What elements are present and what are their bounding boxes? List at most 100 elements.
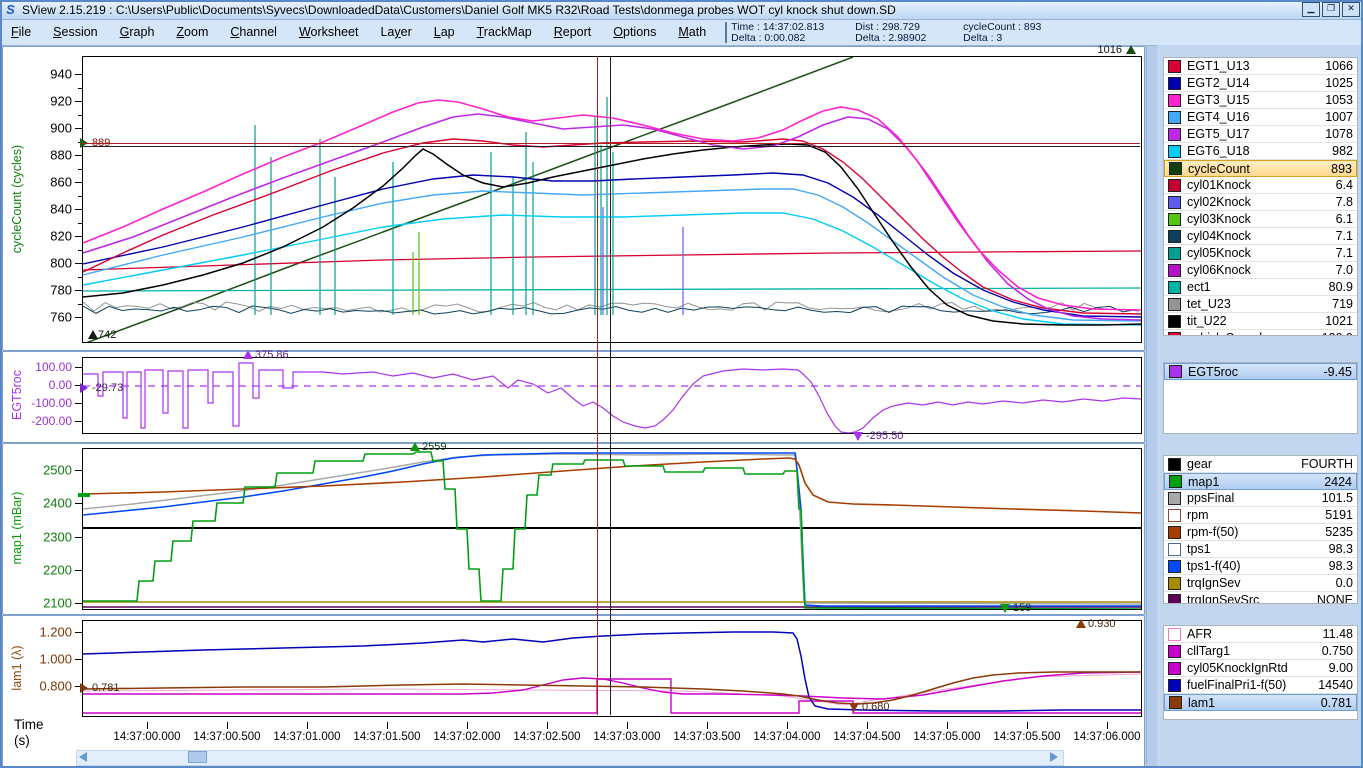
cursor-line-primary[interactable] — [597, 56, 598, 715]
channel-row-rpm[interactable]: rpm5191 — [1164, 507, 1357, 524]
close-button[interactable]: ✕ — [1342, 2, 1360, 17]
channel-color-swatch — [1168, 60, 1181, 73]
channel-row-EGT4_U16[interactable]: EGT4_U161007 — [1164, 109, 1357, 126]
channel-name: tet_U23 — [1187, 297, 1332, 311]
channel-row-ect1[interactable]: ect180.9 — [1164, 279, 1357, 296]
plot-lam1[interactable] — [82, 620, 1142, 717]
menu-item-lap[interactable]: Lap — [423, 20, 466, 45]
channel-row-fuelFinalPri1-f(50)[interactable]: fuelFinalPri1-f(50)14540 — [1164, 677, 1357, 694]
y-tick-mark — [75, 537, 82, 538]
channel-row-cyl05Knock[interactable]: cyl05Knock7.1 — [1164, 245, 1357, 262]
plot-EGT5roc[interactable] — [82, 357, 1142, 434]
channel-row-cyl05KnockIgnRtd[interactable]: cyl05KnockIgnRtd9.00 — [1164, 660, 1357, 677]
series-EGT6_U18 — [83, 213, 1141, 325]
channel-name: trqIgnSevSrc — [1187, 593, 1317, 604]
annotation-lam1: 0.680 — [862, 701, 890, 713]
channel-row-EGT2_U14[interactable]: EGT2_U141025 — [1164, 75, 1357, 92]
channel-color-swatch — [1168, 492, 1181, 505]
channel-row-gear[interactable]: gearFOURTH — [1164, 456, 1357, 473]
channel-row-cycleCount[interactable]: cycleCount893 — [1164, 160, 1357, 177]
channel-row-EGT5_U17[interactable]: EGT5_U171078 — [1164, 126, 1357, 143]
channel-row-cyl01Knock[interactable]: cyl01Knock6.4 — [1164, 177, 1357, 194]
channel-row-EGT3_U15[interactable]: EGT3_U151053 — [1164, 92, 1357, 109]
channel-row-cyl06Knock[interactable]: cyl06Knock7.0 — [1164, 262, 1357, 279]
cursor-value-EGT5roc: -29.73 — [92, 382, 123, 394]
channel-row-EGT1_U13[interactable]: EGT1_U131066 — [1164, 58, 1357, 75]
scrollbar-left-arrow[interactable] — [79, 752, 87, 762]
channel-name: EGT3_U15 — [1187, 93, 1325, 107]
channel-row-AFR[interactable]: AFR11.48 — [1164, 626, 1357, 643]
channel-row-EGT5roc[interactable]: EGT5roc-9.45 — [1164, 363, 1357, 380]
cursor-value-arrow-EGT5roc — [80, 383, 88, 393]
channel-value: 98.3 — [1329, 559, 1353, 573]
time-tick-mark — [307, 722, 308, 729]
time-tick-mark — [227, 722, 228, 729]
channel-row-lam1[interactable]: lam10.781 — [1164, 694, 1357, 711]
y-tick-mark — [75, 290, 82, 291]
scrollbar-thumb[interactable] — [188, 751, 207, 763]
y-axis-title-map1: map1 (mBar) — [10, 492, 24, 565]
plot-cycleCount[interactable] — [82, 56, 1142, 343]
channel-row-tit_U22[interactable]: tit_U221021 — [1164, 313, 1357, 330]
channel-row-cllTarg1[interactable]: cllTarg10.750 — [1164, 643, 1357, 660]
y-tick-label: 760 — [50, 310, 72, 325]
time-axis-label-line2: (s) — [14, 733, 44, 749]
menu-item-math[interactable]: Math — [667, 20, 717, 45]
channel-name: gear — [1187, 457, 1301, 471]
channel-row-EGT6_U18[interactable]: EGT6_U18982 — [1164, 143, 1357, 160]
cursor-line-delta[interactable] — [610, 56, 611, 715]
max-marker-cycleCount — [88, 330, 98, 339]
channel-row-trqIgnSev[interactable]: trqIgnSev0.0 — [1164, 575, 1357, 592]
channel-color-swatch — [1168, 77, 1181, 90]
channel-value: 11.48 — [1323, 627, 1353, 641]
y-axis-title-lam1: lam1 (λ) — [10, 645, 24, 690]
channel-row-ppsFinal[interactable]: ppsFinal101.5 — [1164, 490, 1357, 507]
channel-row-rpm-f(50)[interactable]: rpm-f(50)5235 — [1164, 524, 1357, 541]
scrollbar-right-arrow[interactable] — [1050, 752, 1058, 762]
series-tps1-f(40) — [83, 453, 1141, 606]
channel-row-tps1[interactable]: tps198.3 — [1164, 541, 1357, 558]
channel-color-swatch — [1168, 577, 1181, 590]
menu-item-zoom[interactable]: Zoom — [165, 20, 219, 45]
series-fuelFinalPri1-f(50) — [83, 632, 1141, 711]
menu-item-session[interactable]: Session — [42, 20, 108, 45]
channel-row-cyl02Knock[interactable]: cyl02Knock7.8 — [1164, 194, 1357, 211]
channel-name: cyl05KnockIgnRtd — [1187, 661, 1329, 675]
channel-row-tps1-f(40)[interactable]: tps1-f(40)98.3 — [1164, 558, 1357, 575]
menu-item-graph[interactable]: Graph — [109, 20, 166, 45]
menu-item-layer[interactable]: Layer — [369, 20, 422, 45]
plot-map1[interactable] — [82, 448, 1142, 610]
menu-item-options[interactable]: Options — [602, 20, 667, 45]
channel-color-swatch — [1168, 264, 1181, 277]
menu-item-trackmap[interactable]: TrackMap — [466, 20, 543, 45]
menu-bar: FileSessionGraphZoomChannelWorksheetLaye… — [0, 20, 1363, 46]
menu-item-channel[interactable]: Channel — [219, 20, 288, 45]
time-scrollbar[interactable] — [76, 750, 1064, 766]
y-tick-label: 2200 — [43, 563, 72, 578]
channel-color-swatch — [1168, 543, 1181, 556]
channel-color-swatch — [1168, 247, 1181, 260]
channel-row-vehicleSpeed[interactable]: vehicleSpeed130.9 — [1164, 330, 1357, 336]
time-tick-mark — [947, 722, 948, 729]
channel-value: 0.781 — [1321, 696, 1352, 710]
channel-value: 101.5 — [1322, 491, 1353, 505]
menu-item-file[interactable]: File — [0, 20, 42, 45]
y-tick-label: 820 — [50, 229, 72, 244]
channel-value: 7.1 — [1336, 246, 1353, 260]
y-tick-mark — [75, 101, 82, 102]
channel-row-cyl03Knock[interactable]: cyl03Knock6.1 — [1164, 211, 1357, 228]
channel-color-swatch — [1168, 662, 1181, 675]
restore-button[interactable]: ❐ — [1322, 2, 1340, 17]
y-tick-label: 1.200 — [39, 625, 72, 640]
menu-item-report[interactable]: Report — [543, 20, 603, 45]
channel-color-swatch — [1168, 230, 1181, 243]
channel-row-tet_U23[interactable]: tet_U23719 — [1164, 296, 1357, 313]
y-tick-label: 780 — [50, 283, 72, 298]
channel-name: EGT6_U18 — [1187, 144, 1332, 158]
minimize-button[interactable]: ▁ — [1302, 2, 1320, 17]
channel-row-map1[interactable]: map12424 — [1164, 473, 1357, 490]
channel-row-cyl04Knock[interactable]: cyl04Knock7.1 — [1164, 228, 1357, 245]
menu-item-worksheet[interactable]: Worksheet — [288, 20, 370, 45]
channel-row-trqIgnSevSrc[interactable]: trqIgnSevSrcNONE — [1164, 592, 1357, 604]
y-tick-mark — [75, 236, 82, 237]
